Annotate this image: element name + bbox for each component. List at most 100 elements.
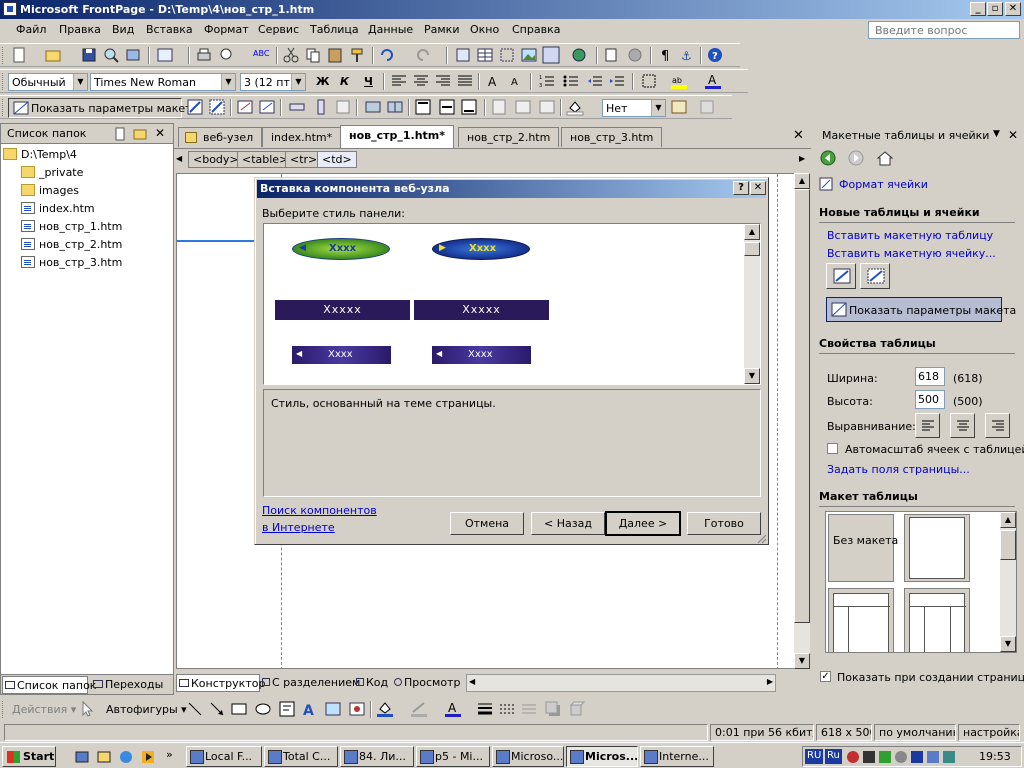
paste-icon[interactable]	[326, 46, 344, 64]
tray-app-icon[interactable]	[847, 751, 859, 763]
show-layout-tool-button[interactable]: Показать параметры макета	[8, 98, 198, 118]
network-icon[interactable]	[943, 751, 955, 763]
resize-grip-icon[interactable]	[755, 532, 767, 544]
menu-help[interactable]: Справка	[512, 23, 560, 36]
quicklaunch-more-icon[interactable]: »	[166, 748, 173, 761]
copy-icon[interactable]	[304, 46, 322, 64]
layout-gallery-scrollbar[interactable]: ▲ ▼	[1000, 512, 1016, 652]
clipart-icon[interactable]	[348, 700, 366, 718]
align-left-icon[interactable]	[390, 72, 408, 90]
insert-layout-cell-link[interactable]: Вставить макетную ячейку...	[827, 247, 996, 260]
style-combo[interactable]: Обычный ▼	[8, 73, 88, 91]
dash-style-icon[interactable]	[498, 700, 516, 718]
tab-page2[interactable]: нов_стр_2.htm	[458, 127, 560, 147]
table-autoformat-icon[interactable]	[670, 98, 688, 116]
style-list-scrollbar[interactable]: ▲ ▼	[744, 224, 760, 384]
scroll-down-icon[interactable]: ▼	[794, 653, 810, 669]
toolbar-grip[interactable]	[2, 701, 5, 718]
font-color-icon[interactable]: A	[704, 72, 722, 90]
fill-color-icon[interactable]	[376, 700, 394, 718]
insert-picture-icon[interactable]	[520, 46, 538, 64]
toolbar-grip[interactable]	[2, 73, 5, 90]
status-page-size[interactable]: 618 x 500	[816, 724, 872, 741]
bold-button[interactable]: Ж	[316, 75, 329, 88]
show-on-create-checkbox[interactable]: ✓	[820, 671, 831, 682]
chevron-down-icon[interactable]: ▼	[993, 129, 1000, 139]
fill-down-icon[interactable]	[698, 98, 716, 116]
cancel-button[interactable]: Отмена	[450, 512, 524, 535]
tab-index[interactable]: index.htm*	[262, 127, 342, 147]
editor-horizontal-scrollbar[interactable]: ◀ ▶	[466, 674, 776, 692]
tab-folder-list[interactable]: Список папок	[2, 676, 96, 694]
layout-option[interactable]	[828, 588, 894, 652]
bar-style-option[interactable]: ◀ Xxxx	[292, 238, 390, 260]
tab-website[interactable]: веб-узел	[178, 127, 263, 147]
status-custom[interactable]: настройка	[958, 724, 1020, 741]
line-style-icon[interactable]	[476, 700, 494, 718]
toolbar-grip[interactable]	[2, 47, 5, 64]
menu-format[interactable]: Формат	[204, 23, 249, 36]
align-center-icon[interactable]	[412, 72, 430, 90]
search-components-online-link[interactable]: в Интернете	[262, 521, 335, 534]
print-icon[interactable]	[195, 46, 213, 64]
search-components-link[interactable]: Поиск компонентов	[262, 504, 377, 517]
highlight-icon[interactable]: ab	[670, 72, 688, 90]
bar-style-list[interactable]: ◀ Xxxx ▶ Xxxx Xxxxx Xxxxx ◀ Xxxx ◀ Xxxx …	[263, 223, 761, 385]
dialog-close-button[interactable]: ✕	[750, 181, 766, 195]
scroll-thumb[interactable]	[794, 189, 810, 623]
table-layout-gallery[interactable]: Без макета ▲ ▼	[825, 511, 1017, 653]
scroll-up-icon[interactable]: ▲	[1000, 512, 1016, 528]
line-icon[interactable]	[186, 700, 204, 718]
folder-item-images[interactable]: images	[21, 184, 79, 197]
increase-indent-icon[interactable]	[608, 72, 626, 90]
cell-properties-icon[interactable]	[258, 98, 276, 116]
layout-option[interactable]	[904, 514, 970, 582]
scroll-down-icon[interactable]: ▼	[1000, 636, 1016, 652]
bar-style-option[interactable]: ▶ Xxxx	[432, 238, 530, 260]
spelling-icon[interactable]: ABC	[252, 46, 270, 64]
ie-icon[interactable]	[118, 749, 134, 765]
table-properties-icon[interactable]	[236, 98, 254, 116]
tag-scroll-left-icon[interactable]: ◀	[176, 154, 182, 163]
split-cells-icon[interactable]	[386, 98, 404, 116]
finish-button[interactable]: Готово	[687, 512, 761, 535]
bar-style-option[interactable]: Xxxxx	[414, 300, 549, 320]
back-icon[interactable]	[818, 149, 838, 167]
publish-icon[interactable]	[124, 46, 142, 64]
search-icon[interactable]	[102, 46, 120, 64]
merge-cells-icon[interactable]	[364, 98, 382, 116]
status-mode[interactable]: по умолчанию	[874, 724, 956, 741]
italic-button[interactable]: К	[340, 75, 349, 88]
scroll-down-icon[interactable]: ▼	[744, 368, 760, 384]
insert-columns-icon[interactable]	[312, 98, 330, 116]
close-icon[interactable]: ✕	[155, 126, 165, 140]
table-align-right-button[interactable]	[985, 413, 1010, 438]
width-input[interactable]: 618	[915, 367, 945, 386]
scroll-thumb[interactable]	[744, 242, 760, 256]
table-border-combo[interactable]: Нет ▼	[602, 99, 666, 117]
layout-option-none[interactable]: Без макета	[828, 514, 898, 582]
rectangle-icon[interactable]	[230, 700, 248, 718]
tab-split-view[interactable]: С разделением	[260, 674, 360, 692]
table-align-center-button[interactable]	[950, 413, 975, 438]
next-button[interactable]: Далее >	[605, 511, 681, 536]
draw-layout-cell-icon[interactable]	[208, 98, 226, 116]
tab-design-view[interactable]: Конструктор	[176, 674, 265, 692]
table-align-left-button[interactable]	[915, 413, 940, 438]
close-icon[interactable]: ✕	[793, 128, 804, 143]
show-layout-toggle[interactable]: Показать параметры макета	[826, 297, 1016, 322]
shadow-icon[interactable]	[544, 700, 562, 718]
tab-code-view[interactable]: Код	[354, 674, 392, 692]
insert-layer-icon[interactable]	[498, 46, 516, 64]
scroll-up-icon[interactable]: ▲	[744, 224, 760, 240]
bookmark-anchor-icon[interactable]: ⚓	[678, 46, 696, 64]
decrease-indent-icon[interactable]	[586, 72, 604, 90]
language-indicator[interactable]: RU	[805, 749, 824, 764]
close-button[interactable]: ✕	[1005, 2, 1021, 16]
taskbar-button[interactable]: Total C...	[264, 746, 338, 767]
folder-list-icon[interactable]	[156, 46, 174, 64]
back-button[interactable]: < Назад	[531, 512, 605, 535]
autofit-icon[interactable]	[538, 98, 556, 116]
tag-td[interactable]: <td>	[317, 151, 357, 168]
layout-option[interactable]	[904, 588, 970, 652]
